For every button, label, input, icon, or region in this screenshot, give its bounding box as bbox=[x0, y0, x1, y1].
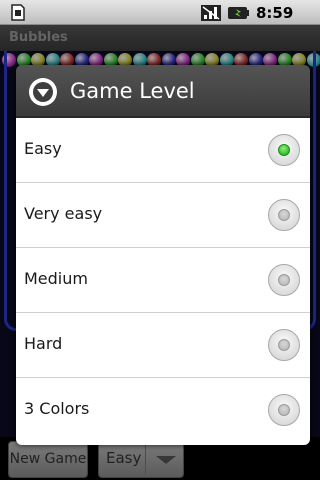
battery-icon bbox=[228, 7, 249, 19]
radio-button[interactable] bbox=[268, 264, 300, 296]
radio-dot-icon bbox=[278, 339, 290, 351]
radio-button[interactable] bbox=[268, 199, 300, 231]
level-option-very-easy[interactable]: Very easy bbox=[16, 183, 310, 248]
radio-dot-icon bbox=[278, 404, 290, 416]
option-label: Very easy bbox=[24, 204, 103, 223]
option-label: 3 Colors bbox=[24, 399, 90, 418]
option-label: Medium bbox=[24, 269, 88, 288]
level-option-list: Easy Very easy Medium Hard 3 Colors bbox=[16, 118, 310, 445]
status-bar: 8:59 PM bbox=[0, 0, 320, 40]
chevron-down-circle-icon bbox=[29, 78, 57, 106]
radio-button[interactable] bbox=[268, 134, 300, 166]
game-level-dialog: Game Level Easy Very easy Medium Hard 3 … bbox=[16, 65, 310, 445]
radio-dot-icon bbox=[278, 209, 290, 221]
level-option-medium[interactable]: Medium bbox=[16, 248, 310, 313]
level-option-hard[interactable]: Hard bbox=[16, 313, 310, 378]
dialog-title: Game Level bbox=[70, 79, 195, 103]
radio-dot-icon bbox=[278, 144, 290, 156]
dialog-header: Game Level bbox=[16, 65, 310, 118]
sd-card-icon bbox=[11, 4, 25, 21]
level-option-easy[interactable]: Easy bbox=[16, 118, 310, 183]
option-label: Easy bbox=[24, 139, 62, 158]
signal-icon bbox=[201, 5, 221, 21]
level-option-3-colors[interactable]: 3 Colors bbox=[16, 378, 310, 443]
radio-button[interactable] bbox=[268, 394, 300, 426]
option-label: Hard bbox=[24, 334, 63, 353]
radio-dot-icon bbox=[278, 274, 290, 286]
radio-button[interactable] bbox=[268, 329, 300, 361]
